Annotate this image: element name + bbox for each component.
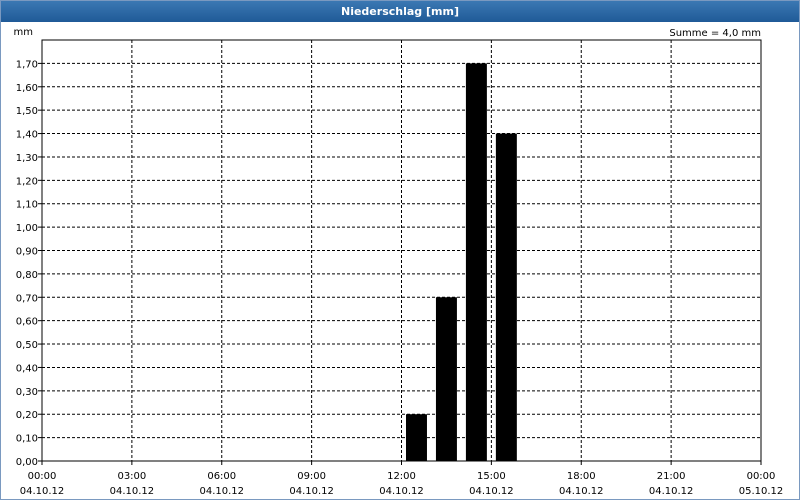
x-tick-date-label: 04.10.12 [469,486,514,497]
y-tick-label: 1,60 [16,83,38,94]
x-tick-time-label: 03:00 [117,471,146,482]
x-tick-time-label: 09:00 [297,471,326,482]
sum-annotation: Summe = 4,0 mm [669,28,761,39]
y-tick-label: 0,90 [16,247,38,258]
x-tick-date-label: 05.10.12 [739,486,784,497]
x-tick-time-label: 18:00 [567,471,596,482]
precip-bar [405,414,427,461]
x-tick-time-label: 12:00 [387,471,416,482]
y-tick-label: 0,00 [16,457,38,468]
y-tick-label: 0,40 [16,363,38,374]
y-tick-label: 0,70 [16,293,38,304]
window-title: Niederschlag [mm] [1,1,799,22]
chart-window: Niederschlag [mm] 0,00 0,10 0,20 0,30 0,40 0,… [0,0,800,500]
y-axis-unit-label: mm [14,27,33,38]
x-tick-date-label: 04.10.12 [199,486,244,497]
x-tick-time-label: 06:00 [207,471,236,482]
x-tick-date-label: 04.10.12 [110,486,155,497]
precip-bar [465,63,487,462]
precip-bar [435,297,457,461]
y-tick-label: 0,10 [16,434,38,445]
y-tick-label: 1,10 [16,200,38,211]
y-tick-label: 1,50 [16,106,38,117]
y-tick-label: 1,40 [16,130,38,141]
y-tick-label: 1,20 [16,176,38,187]
y-tick-label: 0,80 [16,270,38,281]
y-axis: 0,00 0,10 0,20 0,30 0,40 0,50 0,60 0,70 0,80 0,90… [16,59,42,468]
y-tick-label: 0,50 [16,340,38,351]
precip-bar [495,133,517,462]
x-tick-time-label: 21:00 [657,471,686,482]
x-tick-date-label: 04.10.12 [649,486,694,497]
x-tick-time-label: 15:00 [477,471,506,482]
y-tick-label: 1,00 [16,223,38,234]
x-tick-time-label: 00:00 [747,471,776,482]
x-tick-time-label: 00:00 [28,471,57,482]
y-tick-label: 0,20 [16,410,38,421]
x-tick-date-label: 04.10.12 [379,486,424,497]
x-tick-date-label: 04.10.12 [289,486,334,497]
y-tick-label: 0,60 [16,317,38,328]
x-tick-date-label: 04.10.12 [20,486,65,497]
x-axis: 00:00 04.10.12 03:00 04.10.12 06:00 04.10.12 0… [20,461,784,497]
y-tick-label: 1,70 [16,59,38,70]
y-tick-label: 0,30 [16,387,38,398]
precipitation-chart: 0,00 0,10 0,20 0,30 0,40 0,50 0,60 0,70 0,80 0,90… [14,27,784,497]
y-tick-label: 1,30 [16,153,38,164]
x-tick-date-label: 04.10.12 [559,486,604,497]
